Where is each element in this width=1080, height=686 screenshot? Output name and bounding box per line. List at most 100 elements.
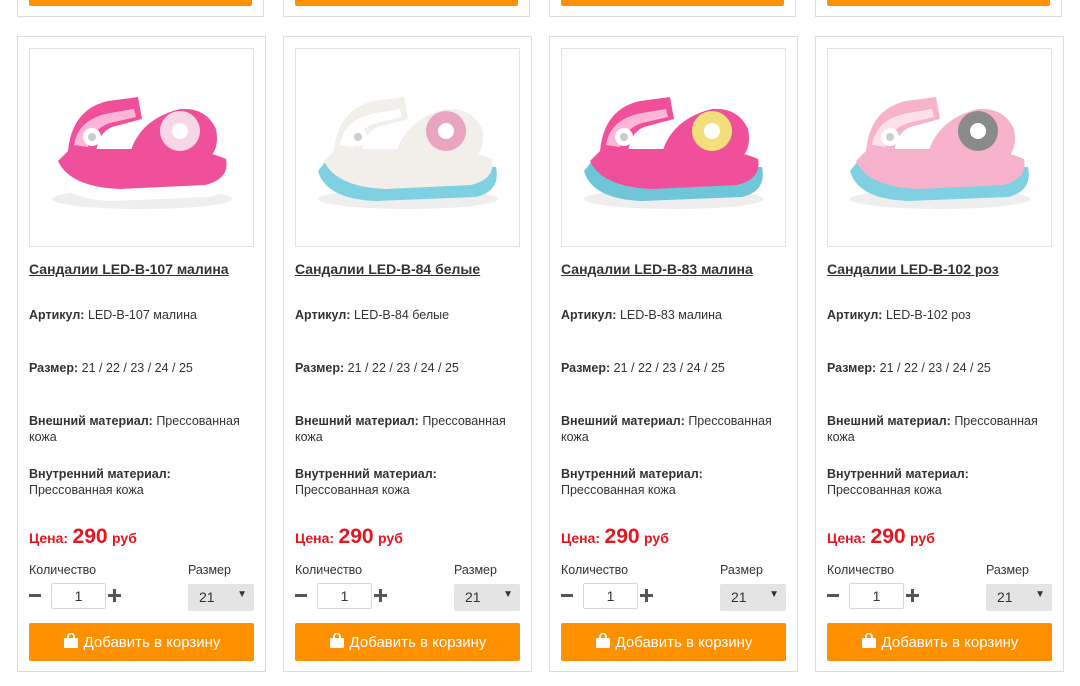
- sku-value: LED-B-84 белые: [353, 308, 450, 322]
- inner-material-row: Внутренний материал: Прессованная кожа: [295, 466, 521, 498]
- decrease-quantity-button[interactable]: [295, 585, 309, 605]
- size-select-value: 21: [465, 589, 481, 605]
- sizes-value: 21 / 22 / 23 / 24 / 25: [81, 361, 193, 375]
- quantity-label: Количество: [561, 563, 629, 577]
- outer-material-row: Внешний материал: Прессованная кожа: [827, 413, 1053, 445]
- inner-material-label: Внутренний материал:: [295, 467, 437, 481]
- size-select-label: Размер: [986, 563, 1029, 577]
- size-select-label: Размер: [454, 563, 497, 577]
- sizes-row: Размер: 21 / 22 / 23 / 24 / 25: [29, 360, 255, 376]
- quantity-input[interactable]: [583, 583, 638, 609]
- add-to-cart-label: Добавить в корзину: [881, 633, 1019, 651]
- size-select-label: Размер: [188, 563, 231, 577]
- sizes-label: Размер:: [295, 361, 345, 375]
- product-image[interactable]: [562, 49, 785, 222]
- decrease-quantity-button[interactable]: [29, 585, 43, 605]
- sku-label: Артикул:: [827, 308, 883, 322]
- size-select-value: 21: [997, 589, 1013, 605]
- decrease-quantity-button[interactable]: [827, 585, 841, 605]
- product-title-link[interactable]: Сандалии LED-B-84 белые: [295, 261, 480, 277]
- inner-material-label: Внутренний материал:: [29, 467, 171, 481]
- add-to-cart-button[interactable]: [295, 0, 518, 6]
- dropdown-arrow-icon: ▼: [769, 589, 779, 600]
- sizes-row: Размер: 21 / 22 / 23 / 24 / 25: [561, 360, 787, 376]
- decrease-quantity-button[interactable]: [561, 585, 575, 605]
- product-image[interactable]: [296, 49, 519, 222]
- dropdown-arrow-icon: ▼: [503, 589, 513, 600]
- sizes-value: 21 / 22 / 23 / 24 / 25: [347, 361, 459, 375]
- sizes-label: Размер:: [29, 361, 79, 375]
- add-to-cart-button[interactable]: [561, 0, 784, 6]
- price-value: 290: [72, 525, 108, 548]
- sku-row: Артикул: LED-B-83 малина: [561, 307, 787, 323]
- quantity-label: Количество: [29, 563, 97, 577]
- outer-material-row: Внешний материал: Прессованная кожа: [29, 413, 255, 445]
- product-card: Сандалии LED-B-107 малина Артикул: LED-B…: [17, 36, 266, 672]
- add-to-cart-button[interactable]: Добавить в корзину: [827, 623, 1052, 661]
- product-image[interactable]: [30, 49, 253, 222]
- shopping-bag-icon: [861, 632, 877, 652]
- previous-product-card-partial: [815, 0, 1062, 17]
- sku-row: Артикул: LED-B-84 белые: [295, 307, 521, 323]
- add-to-cart-label: Добавить в корзину: [349, 633, 487, 651]
- quantity-input[interactable]: [849, 583, 904, 609]
- add-to-cart-button[interactable]: Добавить в корзину: [29, 623, 254, 661]
- price: Цена: 290 руб: [827, 525, 935, 549]
- sku-label: Артикул:: [295, 308, 351, 322]
- inner-material-value: Прессованная кожа: [827, 483, 942, 497]
- product-title-link[interactable]: Сандалии LED-B-107 малина: [29, 261, 229, 277]
- product-image[interactable]: [828, 49, 1051, 222]
- size-select[interactable]: 21 ▼: [720, 584, 786, 611]
- add-to-cart-label: Добавить в корзину: [83, 633, 221, 651]
- dropdown-arrow-icon: ▼: [1035, 589, 1045, 600]
- size-select[interactable]: 21 ▼: [188, 584, 254, 611]
- previous-product-card-partial: [17, 0, 264, 17]
- product-card: Сандалии LED-B-84 белые Артикул: LED-B-8…: [283, 36, 532, 672]
- inner-material-value: Прессованная кожа: [561, 483, 676, 497]
- quantity-input[interactable]: [51, 583, 106, 609]
- outer-material-label: Внешний материал:: [295, 414, 419, 428]
- add-to-cart-button[interactable]: [827, 0, 1050, 6]
- sku-row: Артикул: LED-B-102 роз: [827, 307, 1053, 323]
- product-title-link[interactable]: Сандалии LED-B-102 роз: [827, 261, 999, 277]
- increase-quantity-button[interactable]: [108, 585, 122, 605]
- dropdown-arrow-icon: ▼: [237, 589, 247, 600]
- inner-material-value: Прессованная кожа: [295, 483, 410, 497]
- product-image-frame[interactable]: [295, 48, 520, 247]
- product-image-frame[interactable]: [29, 48, 254, 247]
- outer-material-label: Внешний материал:: [827, 414, 951, 428]
- product-title-link[interactable]: Сандалии LED-B-83 малина: [561, 261, 753, 277]
- price: Цена: 290 руб: [29, 525, 137, 549]
- size-select[interactable]: 21 ▼: [454, 584, 520, 611]
- size-select[interactable]: 21 ▼: [986, 584, 1052, 611]
- product-image-frame[interactable]: [827, 48, 1052, 247]
- product-card: Сандалии LED-B-102 роз Артикул: LED-B-10…: [815, 36, 1064, 672]
- inner-material-row: Внутренний материал: Прессованная кожа: [827, 466, 1053, 498]
- sizes-row: Размер: 21 / 22 / 23 / 24 / 25: [295, 360, 521, 376]
- outer-material-label: Внешний материал:: [29, 414, 153, 428]
- increase-quantity-button[interactable]: [906, 585, 920, 605]
- price-currency: руб: [112, 530, 137, 546]
- sku-value: LED-B-107 малина: [87, 308, 197, 322]
- add-to-cart-label: Добавить в корзину: [615, 633, 753, 651]
- price-currency: руб: [910, 530, 935, 546]
- size-select-value: 21: [199, 589, 215, 605]
- previous-product-card-partial: [283, 0, 530, 17]
- price-currency: руб: [378, 530, 403, 546]
- quantity-input[interactable]: [317, 583, 372, 609]
- product-image-frame[interactable]: [561, 48, 786, 247]
- sku-value: LED-B-83 малина: [619, 308, 722, 322]
- outer-material-label: Внешний материал:: [561, 414, 685, 428]
- increase-quantity-button[interactable]: [640, 585, 654, 605]
- inner-material-label: Внутренний материал:: [827, 467, 969, 481]
- increase-quantity-button[interactable]: [374, 585, 388, 605]
- shopping-bag-icon: [63, 632, 79, 652]
- sku-label: Артикул:: [29, 308, 85, 322]
- size-select-label: Размер: [720, 563, 763, 577]
- add-to-cart-button[interactable]: Добавить в корзину: [561, 623, 786, 661]
- quantity-label: Количество: [827, 563, 895, 577]
- sizes-label: Размер:: [827, 361, 877, 375]
- add-to-cart-button[interactable]: Добавить в корзину: [295, 623, 520, 661]
- sizes-value: 21 / 22 / 23 / 24 / 25: [613, 361, 725, 375]
- add-to-cart-button[interactable]: [29, 0, 252, 6]
